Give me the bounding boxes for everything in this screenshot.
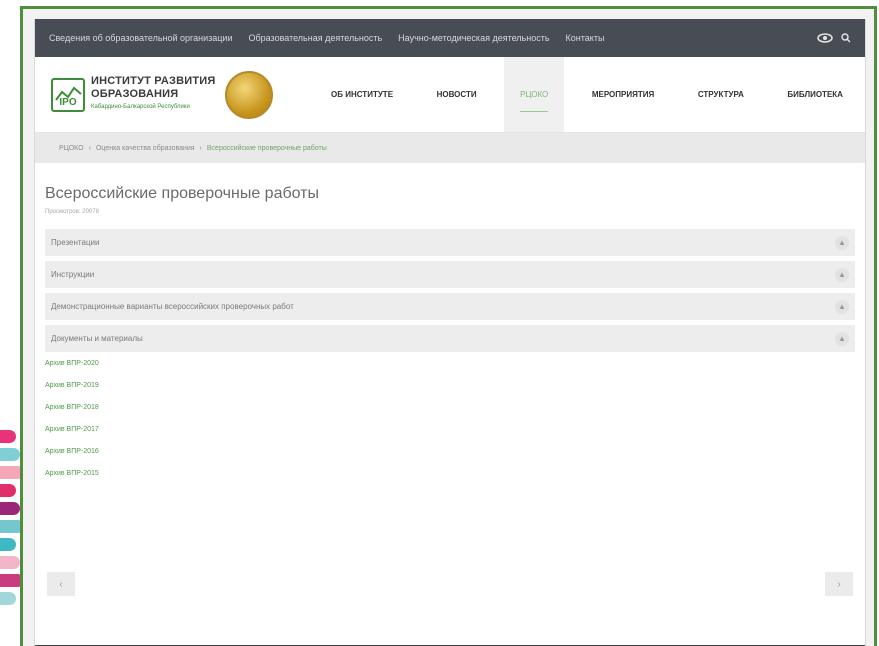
logo-subtitle: Кабардино-Балкарской Республики	[91, 104, 190, 110]
decorative-stripe	[0, 484, 16, 497]
nav-item-structure[interactable]: СТРУКТУРА	[682, 57, 760, 132]
medal-emblem-icon	[225, 70, 274, 119]
archive-link[interactable]: Архив ВПР-2019	[45, 382, 855, 389]
chevron-up-icon[interactable]: ▲	[835, 299, 849, 314]
accordion-item-documents[interactable]: Документы и материалы ▲	[45, 325, 855, 352]
breadcrumb-separator: ›	[88, 144, 91, 152]
decorative-stripe	[0, 502, 20, 515]
breadcrumb-item-rcoko[interactable]: РЦОКО	[59, 145, 84, 152]
breadcrumb: РЦОКО › Оценка качества образования › Вс…	[35, 133, 865, 163]
nav-item-about[interactable]: ОБ ИНСТИТУТЕ	[315, 57, 409, 132]
archive-link[interactable]: Архив ВПР-2017	[45, 426, 855, 433]
nav-item-rcoko[interactable]: РЦОКО	[504, 57, 565, 132]
prev-page-button[interactable]: ‹	[47, 572, 75, 596]
topbar-link-education[interactable]: Образовательная деятельность	[248, 33, 382, 43]
accordion-item-demo-variants[interactable]: Демонстрационные варианты всероссийских …	[45, 293, 855, 320]
nav-item-events[interactable]: МЕРОПРИЯТИЯ	[576, 57, 670, 132]
site-header: IPO ИНСТИТУТ РАЗВИТИЯ ОБРАЗОВАНИЯ Кабард…	[35, 57, 865, 133]
archive-link[interactable]: Архив ВПР-2016	[45, 448, 855, 455]
site-logo[interactable]: IPO ИНСТИТУТ РАЗВИТИЯ ОБРАЗОВАНИЯ Кабард…	[35, 70, 315, 119]
eye-icon[interactable]	[817, 31, 833, 46]
archive-link[interactable]: Архив ВПР-2018	[45, 404, 855, 411]
logo-icon: IPO	[51, 77, 85, 112]
archive-links: Архив ВПР-2020 Архив ВПР-2019 Архив ВПР-…	[45, 360, 855, 477]
decorative-stripe	[0, 538, 16, 551]
web-page: Сведения об образовательной организации …	[34, 19, 866, 646]
chevron-up-icon[interactable]: ▲	[835, 331, 849, 346]
accordion-item-instructions[interactable]: Инструкции ▲	[45, 261, 855, 288]
chevron-up-icon[interactable]: ▲	[835, 235, 849, 250]
decorative-stripe	[0, 592, 16, 605]
nav-item-library[interactable]: БИБЛИОТЕКА	[771, 57, 859, 132]
main-content: Всероссийские проверочные работы Просмот…	[35, 163, 865, 477]
breadcrumb-current: Всероссийские проверочные работы	[206, 144, 327, 152]
next-page-button[interactable]: ›	[825, 572, 853, 596]
main-nav: ОБ ИНСТИТУТЕ НОВОСТИ РЦОКО МЕРОПРИЯТИЯ С…	[315, 57, 865, 132]
topbar-link-info[interactable]: Сведения об образовательной организации	[49, 33, 232, 43]
top-bar: Сведения об образовательной организации …	[35, 19, 865, 57]
breadcrumb-separator: ›	[199, 144, 202, 152]
page-title: Всероссийские проверочные работы	[45, 185, 319, 202]
topbar-link-methodology[interactable]: Научно-методическая деятельность	[398, 33, 549, 43]
decorative-stripe	[0, 430, 16, 443]
breadcrumb-item-quality[interactable]: Оценка качества образования	[96, 145, 195, 152]
chevron-up-icon[interactable]: ▲	[835, 267, 849, 282]
search-icon[interactable]	[841, 31, 851, 46]
topbar-link-contacts[interactable]: Контакты	[566, 33, 605, 43]
logo-title-line2: ОБРАЗОВАНИЯ	[91, 88, 179, 100]
logo-title-line1: ИНСТИТУТ РАЗВИТИЯ	[91, 75, 216, 87]
nav-item-news[interactable]: НОВОСТИ	[421, 57, 493, 132]
accordion-item-presentations[interactable]: Презентации ▲	[45, 229, 855, 256]
decorative-stripe	[0, 448, 20, 461]
screenshot-frame: Сведения об образовательной организации …	[20, 6, 877, 646]
view-count: Просмотров: 20078	[45, 209, 99, 215]
accordion: Презентации ▲ Инструкции ▲ Демонстрацион…	[45, 229, 855, 352]
archive-link[interactable]: Архив ВПР-2020	[45, 360, 855, 367]
decorative-stripe	[0, 556, 20, 569]
archive-link[interactable]: Архив ВПР-2015	[45, 470, 855, 477]
